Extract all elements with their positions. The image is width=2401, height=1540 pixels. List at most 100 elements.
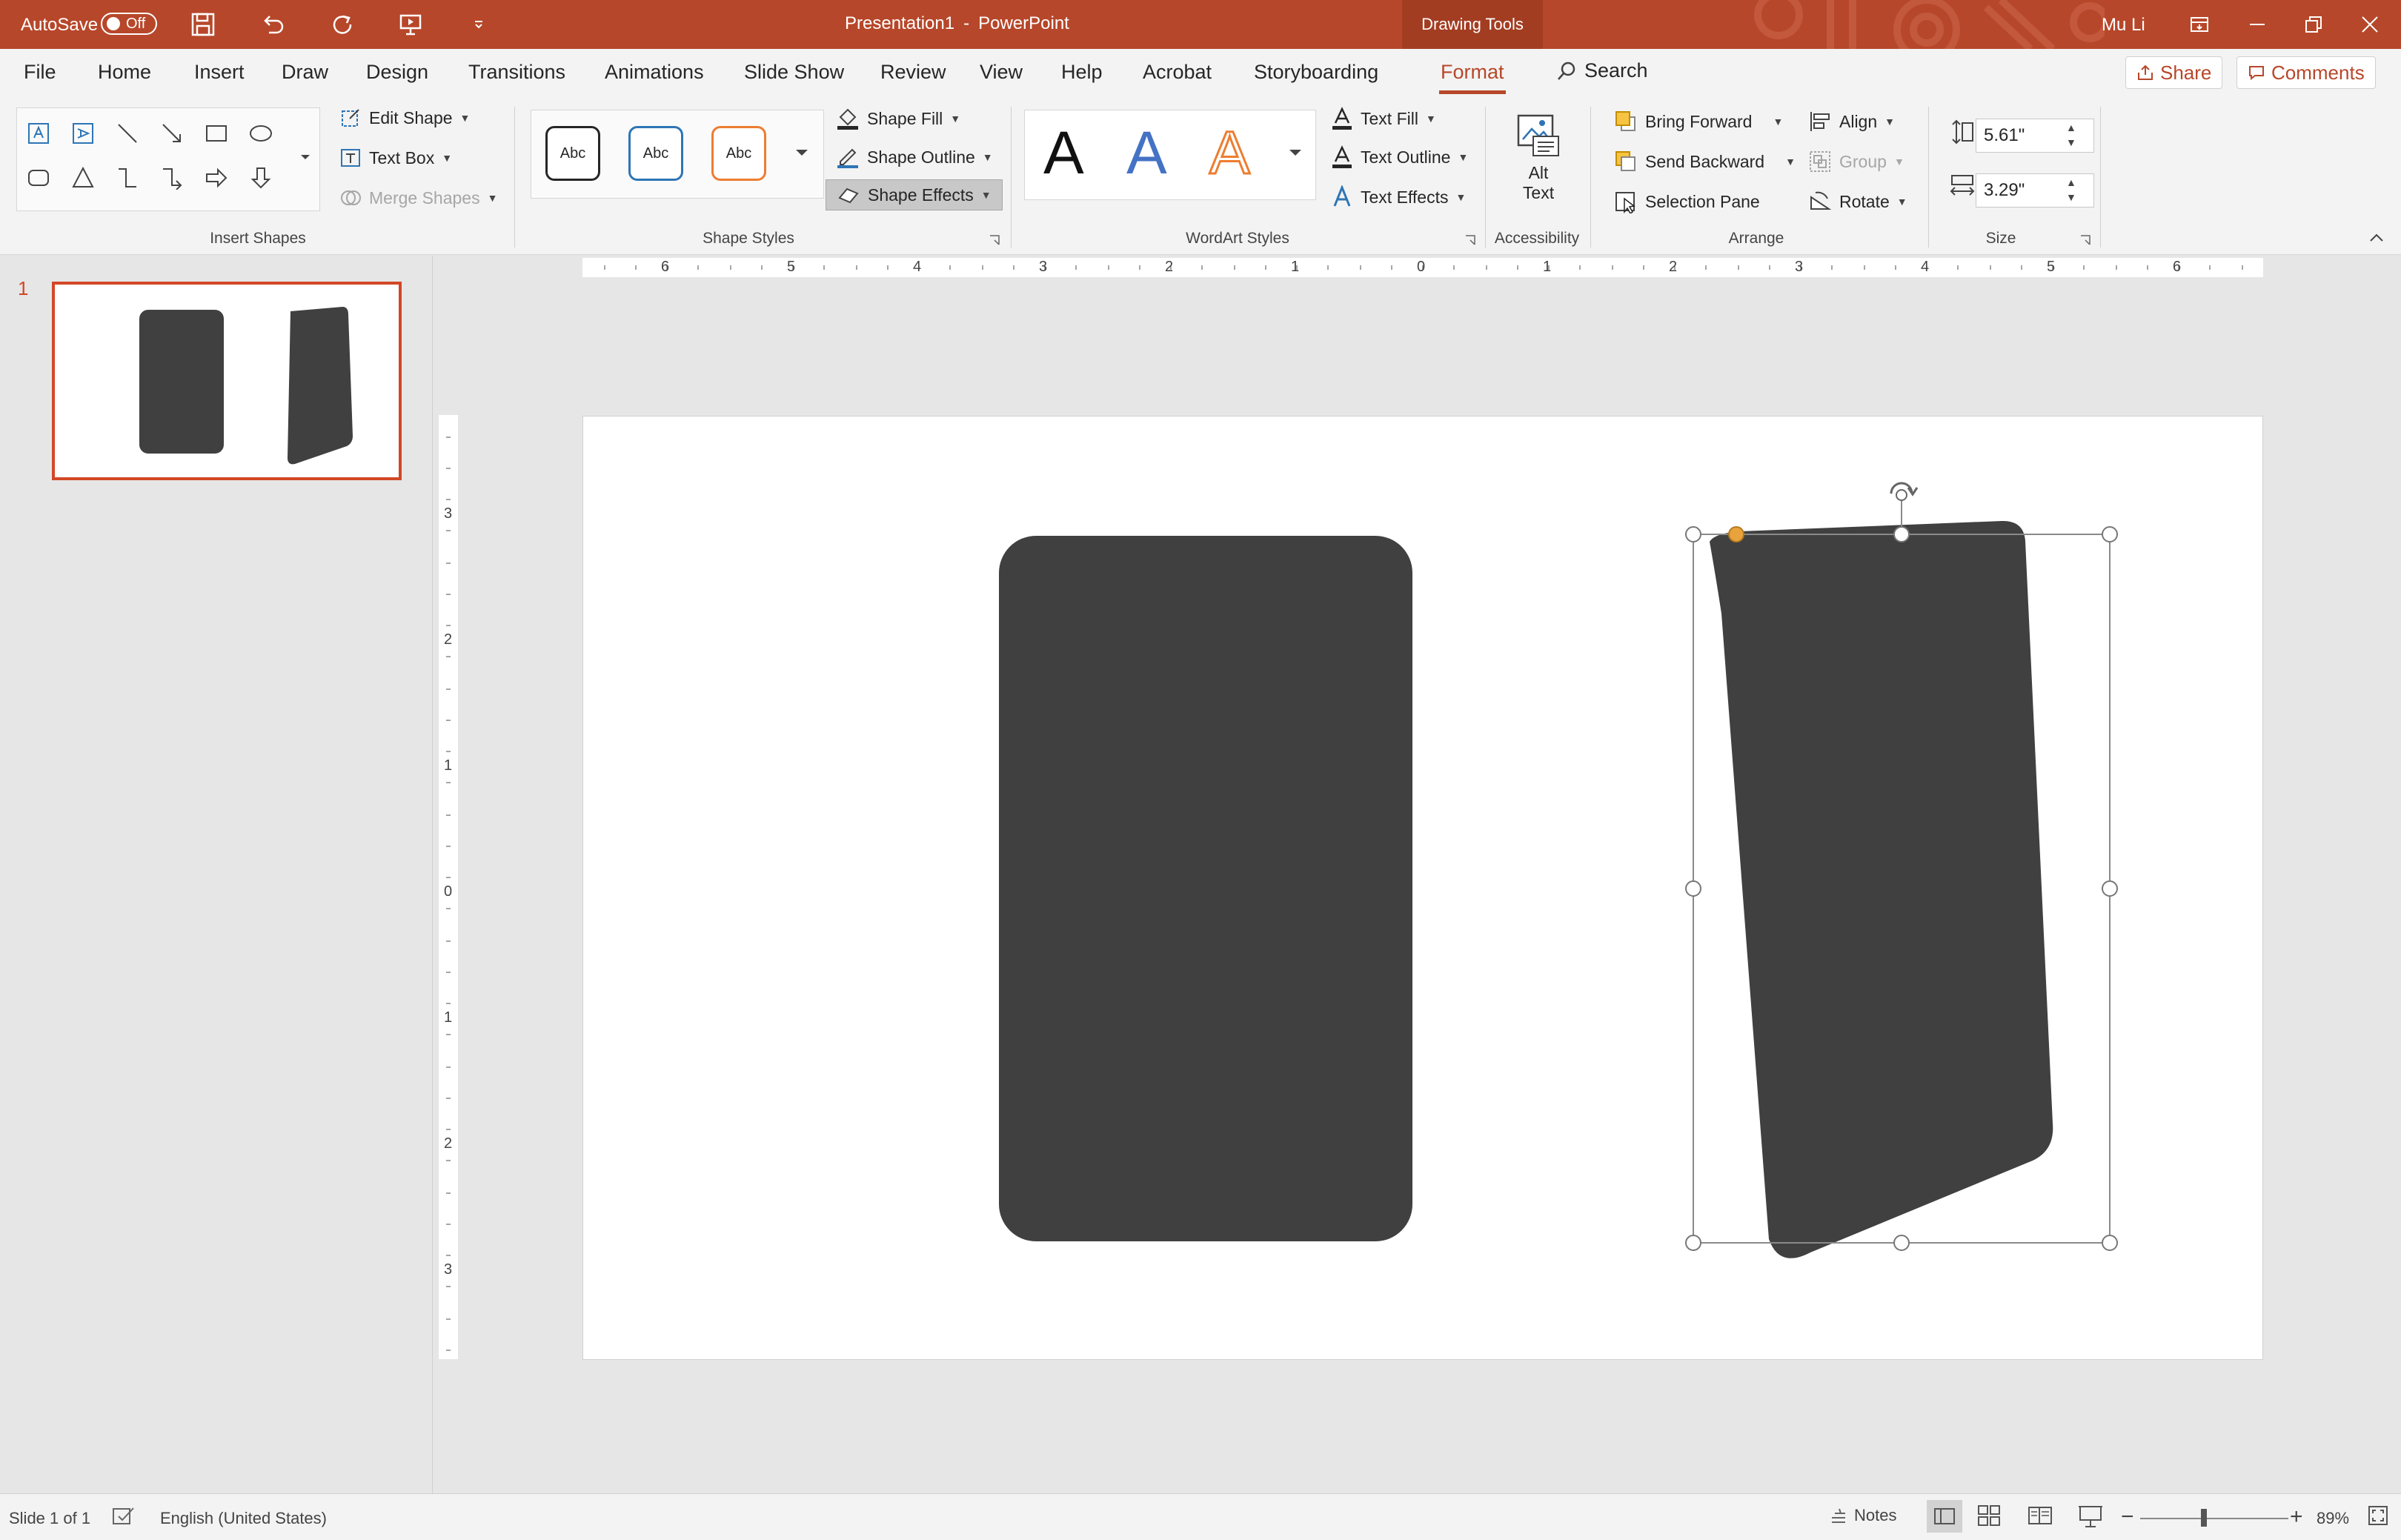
share-button[interactable]: Share	[2125, 56, 2223, 89]
language-indicator[interactable]: English (United States)	[160, 1509, 327, 1528]
tab-slide-show[interactable]: Slide Show	[744, 61, 844, 84]
redo-icon[interactable]	[326, 8, 359, 41]
oval-icon[interactable]	[246, 119, 276, 148]
tab-draw[interactable]: Draw	[282, 61, 328, 84]
shape-width-input[interactable]: 3.29"	[1976, 173, 2094, 208]
rotate-button[interactable]: Rotate ▼	[1808, 190, 1907, 213]
text-box-shape-icon[interactable]	[24, 119, 53, 148]
minimize-icon[interactable]	[2241, 8, 2274, 41]
ruler-label: 1	[1291, 259, 1300, 275]
alt-text-button[interactable]: Alt Text	[1509, 111, 1568, 203]
user-name[interactable]: Mu Li	[2102, 15, 2145, 36]
ruler-label: 2	[444, 1135, 453, 1152]
down-arrow-icon[interactable]	[246, 163, 276, 193]
elbow-arrow-connector-icon[interactable]	[157, 163, 187, 193]
shape-fill-button[interactable]: Shape Fill ▼	[836, 107, 960, 130]
rectangle-icon[interactable]	[202, 119, 231, 148]
text-outline-button[interactable]: Text Outline ▼	[1331, 145, 1468, 169]
triangle-icon[interactable]	[68, 163, 98, 193]
style-preset-orange[interactable]: Abc	[711, 126, 766, 181]
slide-show-view-icon[interactable]	[2078, 1504, 2103, 1533]
wordart-preset-black[interactable]: A	[1043, 119, 1084, 188]
shape-outline-button[interactable]: Shape Outline ▼	[836, 145, 993, 169]
merge-shapes-button[interactable]: Merge Shapes ▼	[339, 187, 497, 209]
spell-check-icon[interactable]	[111, 1506, 136, 1531]
tab-transitions[interactable]: Transitions	[468, 61, 565, 84]
dialog-launcher-icon[interactable]	[989, 234, 1000, 250]
save-icon[interactable]	[187, 8, 219, 41]
app-name: PowerPoint	[978, 13, 1069, 33]
zoom-in-icon[interactable]: +	[2290, 1504, 2303, 1530]
rounded-rectangle-icon[interactable]	[24, 163, 53, 193]
fit-to-window-icon[interactable]	[2367, 1504, 2389, 1531]
tab-home[interactable]: Home	[98, 61, 151, 84]
right-arrow-icon[interactable]	[202, 163, 231, 193]
selection-pane-button[interactable]: Selection Pane	[1614, 190, 1760, 213]
ruler-label: 3	[1039, 259, 1048, 275]
share-label: Share	[2160, 61, 2212, 84]
wordart-preset-orange-outline[interactable]: A	[1209, 119, 1252, 188]
wordart-more-icon[interactable]	[1286, 145, 1304, 164]
edit-shape-button[interactable]: Edit Shape ▼	[339, 107, 470, 129]
collapse-ribbon-icon[interactable]	[2368, 231, 2385, 247]
elbow-connector-icon[interactable]	[113, 163, 142, 193]
tab-storyboarding[interactable]: Storyboarding	[1254, 61, 1378, 84]
tab-help[interactable]: Help	[1061, 61, 1103, 84]
comments-button[interactable]: Comments	[2236, 56, 2376, 89]
shape-width-icon	[1949, 173, 1976, 202]
tab-review[interactable]: Review	[880, 61, 946, 84]
height-spinner-arrows-icon[interactable]: ▲ ▼	[2066, 120, 2076, 150]
slide-sorter-view-icon[interactable]	[1977, 1504, 2001, 1531]
dialog-launcher-icon[interactable]	[2079, 234, 2091, 250]
rounded-rectangle-shape	[999, 536, 1412, 1241]
reading-view-icon[interactable]	[2028, 1504, 2053, 1531]
selection-pane-label: Selection Pane	[1645, 191, 1760, 211]
text-box-button[interactable]: Text Box ▼	[339, 147, 452, 169]
close-icon[interactable]	[2354, 8, 2386, 41]
text-effects-button[interactable]: Text Effects ▼	[1331, 185, 1466, 209]
autosave-toggle[interactable]: Off	[101, 13, 157, 35]
group-button[interactable]: Group ▼	[1808, 150, 1904, 173]
alt-text-label-line1: Alt	[1528, 163, 1549, 182]
vertical-text-box-icon[interactable]	[68, 119, 98, 148]
dialog-launcher-icon[interactable]	[1464, 234, 1476, 250]
present-icon[interactable]	[394, 8, 427, 41]
align-button[interactable]: Align ▼	[1808, 110, 1895, 133]
tab-acrobat[interactable]: Acrobat	[1143, 61, 1212, 84]
send-backward-button[interactable]: Send Backward ▼	[1614, 150, 1796, 173]
zoom-slider[interactable]	[2140, 1518, 2288, 1519]
text-fill-icon	[1332, 107, 1352, 130]
ruler-label: 2	[444, 631, 453, 648]
text-fill-button[interactable]: Text Fill ▼	[1331, 107, 1436, 130]
ribbon-display-options-icon[interactable]	[2183, 8, 2216, 41]
tab-file[interactable]: File	[24, 61, 56, 84]
undo-icon[interactable]	[256, 8, 289, 41]
style-preset-black[interactable]: Abc	[545, 126, 600, 181]
customize-toolbar-icon[interactable]	[462, 8, 495, 41]
shape-styles-more-icon[interactable]	[793, 145, 811, 164]
notes-button[interactable]: Notes	[1829, 1506, 1896, 1525]
tab-view[interactable]: View	[980, 61, 1023, 84]
wordart-preset-blue[interactable]: A	[1126, 119, 1167, 188]
shapes-gallery-more-icon[interactable]	[290, 142, 320, 172]
slide-thumbnail[interactable]	[52, 282, 402, 480]
tab-format[interactable]: Format	[1441, 61, 1504, 84]
width-spinner-arrows-icon[interactable]: ▲ ▼	[2066, 175, 2076, 205]
zoom-slider-thumb[interactable]	[2201, 1509, 2207, 1527]
style-sample-text: Abc	[559, 145, 586, 162]
zoom-out-icon[interactable]: −	[2121, 1504, 2134, 1530]
tab-animations[interactable]: Animations	[605, 61, 704, 84]
normal-view-button[interactable]	[1927, 1500, 1962, 1533]
style-preset-blue[interactable]: Abc	[628, 126, 683, 181]
arrow-line-icon[interactable]	[157, 119, 187, 148]
shape-effects-button[interactable]: Shape Effects ▼	[826, 179, 1003, 210]
bring-forward-button[interactable]: Bring Forward ▼	[1614, 110, 1783, 133]
zoom-level[interactable]: 89%	[2317, 1509, 2349, 1528]
slide-canvas[interactable]	[582, 416, 2263, 1360]
shape-height-input[interactable]: 5.61"	[1976, 119, 2094, 153]
line-icon[interactable]	[113, 119, 142, 148]
tab-design[interactable]: Design	[366, 61, 428, 84]
tab-insert[interactable]: Insert	[194, 61, 245, 84]
restore-icon[interactable]	[2297, 8, 2330, 41]
search-box[interactable]: Search	[1556, 59, 1648, 82]
